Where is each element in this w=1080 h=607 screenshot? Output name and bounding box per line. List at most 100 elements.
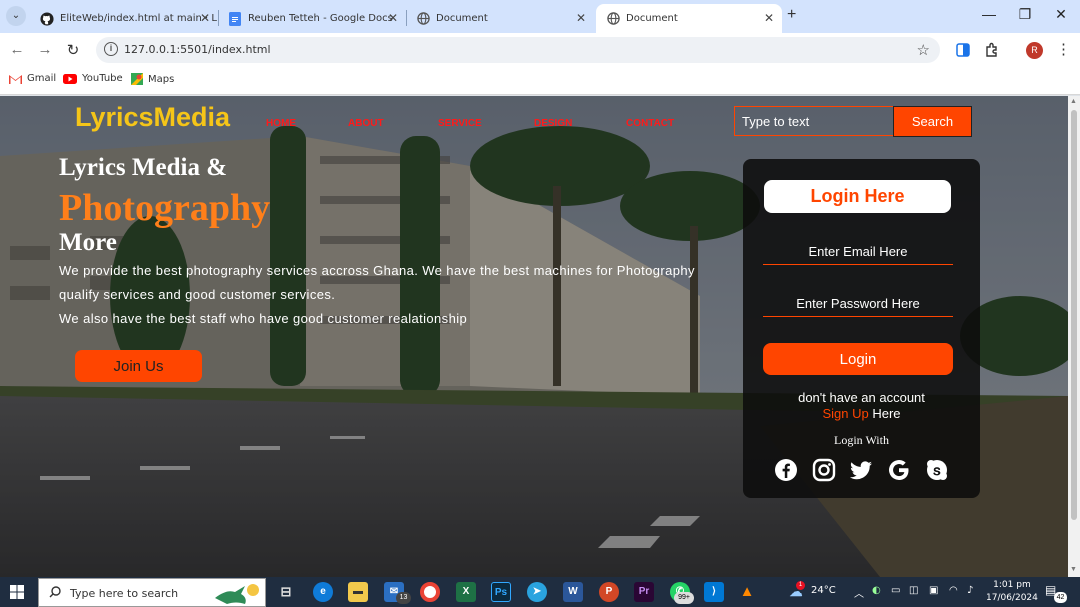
close-tab-icon[interactable]: ✕ xyxy=(200,11,210,25)
site-search-input[interactable] xyxy=(734,106,894,136)
bookmark-label: Maps xyxy=(148,73,175,85)
tray-onedrive-icon[interactable]: ◫ xyxy=(909,585,918,596)
tray-overflow-chevron-icon[interactable]: ︿ xyxy=(854,585,864,600)
new-tab-button[interactable]: + xyxy=(787,6,796,24)
windows-start-icon[interactable] xyxy=(10,585,24,599)
hero-title-line3: More xyxy=(59,229,117,256)
signup-link[interactable]: Sign Up xyxy=(822,406,868,421)
tray-device-icon[interactable]: ▭ xyxy=(891,585,900,596)
close-tab-icon[interactable]: ✕ xyxy=(764,11,774,25)
excel-icon[interactable]: X xyxy=(456,582,476,602)
site-logo[interactable]: LyricsMedia xyxy=(75,102,230,133)
tab-title: Reuben Tetteh - Google Docs xyxy=(248,13,393,24)
photoshop-icon[interactable]: Ps xyxy=(491,582,511,602)
extensions-icon[interactable] xyxy=(984,42,1000,58)
gmail-icon xyxy=(9,74,22,84)
login-card: Login Here Login don't have an account S… xyxy=(743,159,980,498)
login-button[interactable]: Login xyxy=(763,343,953,375)
task-view-icon[interactable]: ⊟ xyxy=(276,582,296,602)
close-tab-icon[interactable]: ✕ xyxy=(388,11,398,25)
maps-icon xyxy=(131,73,143,85)
telegram-icon[interactable]: ➤ xyxy=(527,582,547,602)
back-icon[interactable]: ← xyxy=(7,41,27,58)
restore-icon[interactable]: ❐ xyxy=(1010,6,1040,23)
site-info-icon[interactable]: i xyxy=(104,42,118,56)
close-window-icon[interactable]: ✕ xyxy=(1046,6,1076,23)
facebook-icon[interactable] xyxy=(774,458,798,482)
instagram-icon[interactable] xyxy=(812,458,836,482)
temperature-label[interactable]: 24°C xyxy=(811,585,836,596)
powerpoint-icon[interactable]: P xyxy=(599,582,619,602)
forward-icon[interactable]: → xyxy=(35,41,55,58)
battery-icon[interactable]: ▣ xyxy=(929,585,938,596)
wifi-icon[interactable]: ◠ xyxy=(949,585,958,596)
address-bar[interactable]: i 127.0.0.1:5501/index.html ☆ xyxy=(96,37,940,63)
tab-document-active[interactable]: Document ✕ xyxy=(596,4,782,33)
volume-icon[interactable]: ♪ xyxy=(967,585,973,596)
browser-toolbar: ← → ↻ i 127.0.0.1:5501/index.html ☆ R ⋮ xyxy=(0,33,1080,67)
skype-icon[interactable] xyxy=(925,458,949,482)
more-menu-icon[interactable]: ⋮ xyxy=(1056,40,1071,58)
email-field[interactable] xyxy=(763,239,953,265)
reload-icon[interactable]: ↻ xyxy=(63,41,83,59)
bookmark-gmail[interactable]: Gmail xyxy=(9,73,56,84)
hero-paragraph-line: We provide the best photography services… xyxy=(59,263,695,278)
page-scrollbar[interactable]: ▲ ▼ xyxy=(1068,96,1080,577)
tab-title: Document xyxy=(436,13,488,24)
weather-alert-badge: 1 xyxy=(796,581,805,590)
hero-title-line1: Lyrics Media & xyxy=(59,154,228,181)
nav-about[interactable]: ABOUT xyxy=(348,118,384,129)
password-field[interactable] xyxy=(763,291,953,317)
tray-security-icon[interactable]: ◐ xyxy=(872,585,881,596)
tab-search-button[interactable]: ⌄ xyxy=(6,6,26,26)
scrollbar-thumb[interactable] xyxy=(1071,110,1077,520)
tab-title: EliteWeb/index.html at main · L xyxy=(60,13,217,24)
bookmark-label: Gmail xyxy=(27,73,57,84)
google-icon[interactable] xyxy=(887,458,911,482)
nav-home[interactable]: HOME xyxy=(266,118,296,129)
hero-paragraph-line: qualify services and good customer servi… xyxy=(59,287,336,302)
globe-icon xyxy=(416,12,430,26)
tab-google-docs[interactable]: Reuben Tetteh - Google Docs ✕ xyxy=(218,4,406,33)
scroll-up-arrow-icon[interactable]: ▲ xyxy=(1070,98,1077,105)
nav-contact[interactable]: CONTACT xyxy=(626,118,674,129)
word-icon[interactable]: W xyxy=(563,582,583,602)
minimize-icon[interactable]: — xyxy=(974,6,1004,22)
join-us-button[interactable]: Join Us xyxy=(75,350,202,382)
hero-title-line2: Photography xyxy=(59,187,271,229)
nav-design[interactable]: DESIGN xyxy=(534,118,572,129)
mail-badge: 13 xyxy=(396,592,411,604)
scroll-down-arrow-icon[interactable]: ▼ xyxy=(1070,566,1077,573)
bookmark-maps[interactable]: Maps xyxy=(131,73,174,85)
close-tab-icon[interactable]: ✕ xyxy=(576,11,586,25)
nav-service[interactable]: SERVICE xyxy=(438,118,482,129)
search-icon xyxy=(49,586,61,598)
profile-avatar[interactable]: R xyxy=(1026,42,1043,59)
bookmark-star-icon[interactable]: ☆ xyxy=(917,41,930,59)
bookmark-youtube[interactable]: YouTube xyxy=(63,73,123,84)
whatsapp-badge: 99+ xyxy=(674,592,694,604)
site-search-button[interactable]: Search xyxy=(893,106,972,137)
premiere-icon[interactable]: Pr xyxy=(634,582,654,602)
taskbar-search-box[interactable]: Type here to search xyxy=(38,578,266,607)
github-icon xyxy=(40,11,54,26)
hero-paragraph-line: We also have the best staff who have goo… xyxy=(59,311,468,326)
side-panel-icon[interactable] xyxy=(955,42,971,58)
login-title: Login Here xyxy=(764,180,951,213)
vlc-icon[interactable]: ▲ xyxy=(737,582,757,602)
clock-time: 1:01 pm xyxy=(993,580,1031,590)
system-clock[interactable]: 1:01 pm 17/06/2024 xyxy=(986,579,1038,605)
edge-icon[interactable]: e xyxy=(313,582,333,602)
file-explorer-icon[interactable]: ▬ xyxy=(348,582,368,602)
chrome-icon[interactable] xyxy=(420,582,440,602)
no-account-text: don't have an account xyxy=(798,390,925,405)
tab-github[interactable]: EliteWeb/index.html at main · L ✕ xyxy=(30,4,218,33)
signup-suffix: Here xyxy=(868,406,901,421)
twitter-icon[interactable] xyxy=(849,458,873,482)
tab-document[interactable]: Document ✕ xyxy=(406,4,594,33)
google-docs-icon xyxy=(228,11,242,26)
url-text: 127.0.0.1:5501/index.html xyxy=(124,43,271,56)
vscode-icon[interactable]: ⟩ xyxy=(704,582,724,602)
signup-row: Sign Up Here xyxy=(743,406,980,421)
globe-icon xyxy=(606,12,620,26)
